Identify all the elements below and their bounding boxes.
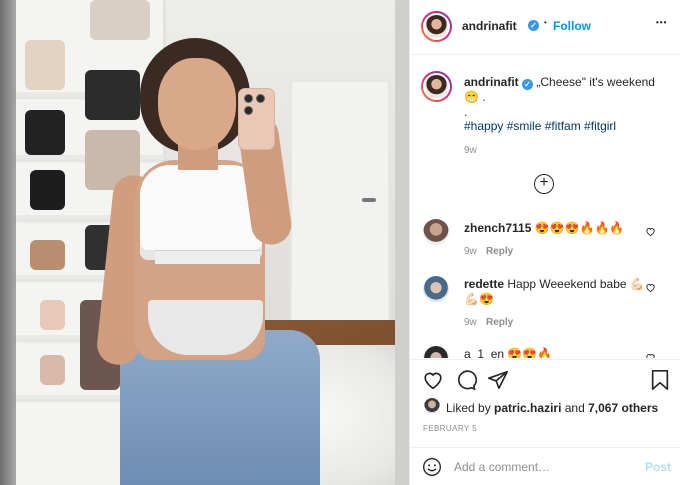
comment-time[interactable]: 9w (464, 317, 477, 328)
avatar[interactable] (421, 11, 452, 42)
likes-summary: Liked by patric.haziri and 7,067 others (446, 401, 658, 415)
comment-1: zhench7115 😍😍😍🔥🔥🔥 (464, 221, 654, 236)
comment-username[interactable]: zhench7115 (464, 221, 531, 235)
photo-shoes (30, 170, 65, 210)
heart-icon[interactable] (422, 369, 444, 391)
photo-wall-edge (395, 0, 409, 485)
caption-hashtags[interactable]: #happy #smile #fitfam #fitgirl (464, 119, 616, 133)
liked-by-middle: and (564, 401, 585, 415)
post-actions: Liked by patric.haziri and 7,067 others … (410, 359, 680, 485)
comment-text: 😍😍🔥 (507, 347, 553, 358)
photo-clothes (85, 70, 140, 120)
caption-text: „Cheese" it's weekend (536, 75, 655, 89)
photo-top-band (155, 250, 260, 264)
liked-by-avatar[interactable] (424, 398, 440, 414)
comment-username[interactable]: a_1_en (464, 347, 504, 358)
comment-time[interactable]: 9w (464, 246, 477, 257)
photo-wall-edge (0, 0, 16, 485)
bookmark-icon[interactable] (650, 369, 670, 391)
comment-avatar[interactable] (423, 276, 449, 302)
caption-avatar[interactable] (421, 71, 452, 102)
more-options-icon[interactable]: ••• (656, 18, 667, 27)
separator-dot: • (544, 18, 547, 27)
photo-shoes (30, 240, 65, 270)
post-comment-button[interactable]: Post (645, 460, 671, 474)
photo-top (140, 165, 262, 260)
share-icon[interactable] (487, 369, 509, 391)
photo-door (290, 80, 390, 325)
liked-by-prefix: Liked by (446, 401, 491, 415)
comment-username[interactable]: redette (464, 277, 504, 291)
photo-underwear (148, 300, 263, 355)
comments-list[interactable]: andrinafit ✓ „Cheese" it's weekend 😁 . .… (410, 56, 680, 358)
comment-avatar[interactable] (423, 346, 449, 358)
verified-badge-icon: ✓ (522, 79, 534, 90)
photo-shoes (25, 110, 65, 155)
post-header: andrinafit ✓ • Follow ••• (410, 0, 680, 55)
caption-dot: . (482, 90, 486, 104)
load-more-comments-icon[interactable]: + (534, 174, 554, 194)
comment-2: redette Happ Weeekend babe 💪🏻💪🏻😍 (464, 277, 654, 307)
follow-button[interactable]: Follow (553, 19, 591, 33)
photo-phone-lens (244, 106, 253, 115)
avatar-image (423, 73, 450, 100)
avatar-image (423, 13, 450, 40)
reply-button[interactable]: Reply (486, 246, 513, 257)
comment-avatar[interactable] (423, 219, 449, 245)
liked-by-count[interactable]: 7,067 others (588, 401, 658, 415)
liked-by-user[interactable]: patric.haziri (494, 401, 561, 415)
post-username[interactable]: andrinafit (462, 19, 517, 33)
comment-like-heart-icon[interactable] (645, 226, 656, 237)
comment-input[interactable] (454, 457, 634, 477)
photo-door-handle (362, 198, 376, 202)
comment-like-heart-icon[interactable] (645, 352, 656, 358)
comment-3: a_1_en 😍😍🔥 (464, 347, 654, 358)
caption-dot: . (464, 105, 468, 119)
photo-shoes (40, 355, 65, 385)
caption-username[interactable]: andrinafit (464, 75, 519, 89)
verified-badge-icon: ✓ (528, 20, 539, 31)
photo-boots (25, 40, 65, 90)
photo-phone (238, 88, 275, 150)
caption: andrinafit ✓ „Cheese" it's weekend 😁 . (464, 75, 669, 105)
smiley-icon[interactable] (422, 457, 442, 477)
reply-button[interactable]: Reply (486, 317, 513, 328)
photo-face (158, 58, 236, 150)
photo-bags (90, 0, 150, 40)
post-side-panel: andrinafit ✓ • Follow ••• andrinafit ✓ „… (409, 0, 680, 485)
post-image[interactable] (0, 0, 409, 485)
photo-shoes (40, 300, 65, 330)
add-comment-bar: Post (410, 447, 680, 485)
caption-time[interactable]: 9w (464, 145, 477, 156)
comment-text: 😍😍😍🔥🔥🔥 (534, 221, 625, 235)
comment-icon[interactable] (455, 369, 477, 391)
comment-like-heart-icon[interactable] (645, 282, 656, 293)
caption-emoji: 😁 (464, 90, 479, 104)
photo-phone-lens (256, 94, 265, 103)
photo-phone-lens (244, 94, 253, 103)
post-date[interactable]: FEBRUARY 5 (423, 424, 477, 433)
